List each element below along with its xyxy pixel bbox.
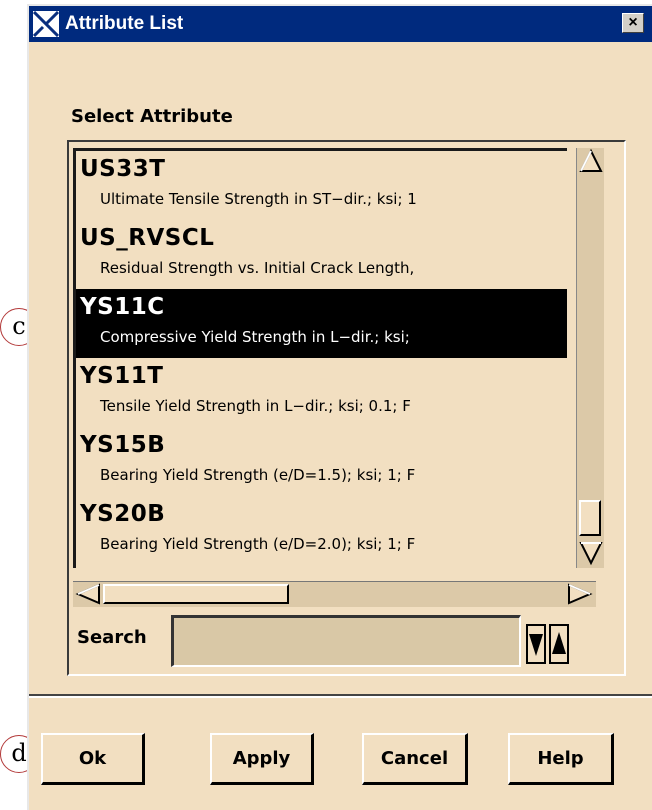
close-button[interactable]: × xyxy=(622,13,644,33)
separator xyxy=(29,694,652,698)
scroll-left-button[interactable] xyxy=(75,582,103,606)
list-item[interactable]: YS20B Bearing Yield Strength (e/D=2.0); … xyxy=(76,496,567,565)
search-up-arrow-icon xyxy=(552,632,566,654)
search-input[interactable] xyxy=(171,615,521,667)
search-label: Search xyxy=(77,627,147,648)
title-bar[interactable]: Attribute List × xyxy=(29,6,652,42)
scroll-right-button[interactable] xyxy=(565,582,593,606)
scroll-right-arrow-icon xyxy=(568,583,593,605)
horizontal-scroll-thumb[interactable] xyxy=(103,584,289,604)
cancel-button[interactable]: Cancel xyxy=(362,733,468,785)
vertical-scrollbar[interactable] xyxy=(576,148,604,568)
attribute-description: Bearing Yield Strength (e/D=2.0); ksi; 1… xyxy=(100,535,416,553)
attribute-code: US_RVSCL xyxy=(80,225,215,251)
scroll-down-arrow-icon xyxy=(579,542,603,566)
select-attribute-label: Select Attribute xyxy=(71,106,233,127)
attribute-code: YS20B xyxy=(80,501,166,527)
ok-button[interactable]: Ok xyxy=(41,733,145,785)
attribute-description: Ultimate Tensile Strength in ST−dir.; ks… xyxy=(100,190,417,208)
attribute-list-window: Attribute List × Select Attribute US33T … xyxy=(27,4,652,810)
attribute-code: YS11C xyxy=(80,294,165,320)
list-item[interactable]: US_RVSCL Residual Strength vs. Initial C… xyxy=(76,220,567,289)
list-item[interactable]: US33T Ultimate Tensile Strength in ST−di… xyxy=(76,151,567,220)
scroll-down-button[interactable] xyxy=(577,540,605,566)
attribute-code: US33T xyxy=(80,156,166,182)
attribute-list[interactable]: US33T Ultimate Tensile Strength in ST−di… xyxy=(73,148,567,568)
window-title: Attribute List xyxy=(65,13,184,34)
attribute-code: YS15B xyxy=(80,432,166,458)
list-item-selected[interactable]: YS11C Compressive Yield Strength in L−di… xyxy=(76,289,567,358)
attribute-code: YS11T xyxy=(80,363,164,389)
scroll-up-button[interactable] xyxy=(577,148,605,174)
scroll-up-arrow-icon xyxy=(579,148,603,172)
vertical-scroll-thumb[interactable] xyxy=(579,500,601,536)
list-item[interactable]: YS11T Tensile Yield Strength in L−dir.; … xyxy=(76,358,567,427)
search-down-arrow-icon xyxy=(529,634,543,656)
window-logo-icon xyxy=(32,10,60,38)
scroll-left-arrow-icon xyxy=(75,583,100,605)
attribute-description: Residual Strength vs. Initial Crack Leng… xyxy=(100,259,415,277)
apply-button[interactable]: Apply xyxy=(210,733,314,785)
attribute-description: Tensile Yield Strength in L−dir.; ksi; 0… xyxy=(100,397,411,415)
horizontal-scrollbar[interactable] xyxy=(73,581,596,607)
help-button[interactable]: Help xyxy=(508,733,614,785)
attribute-description: Bearing Yield Strength (e/D=1.5); ksi; 1… xyxy=(100,466,416,484)
search-down-button[interactable] xyxy=(526,624,546,664)
list-item[interactable]: YS15B Bearing Yield Strength (e/D=1.5); … xyxy=(76,427,567,496)
attribute-description: Compressive Yield Strength in L−dir.; ks… xyxy=(100,328,410,346)
close-icon: × xyxy=(628,14,638,31)
search-up-button[interactable] xyxy=(549,624,569,664)
